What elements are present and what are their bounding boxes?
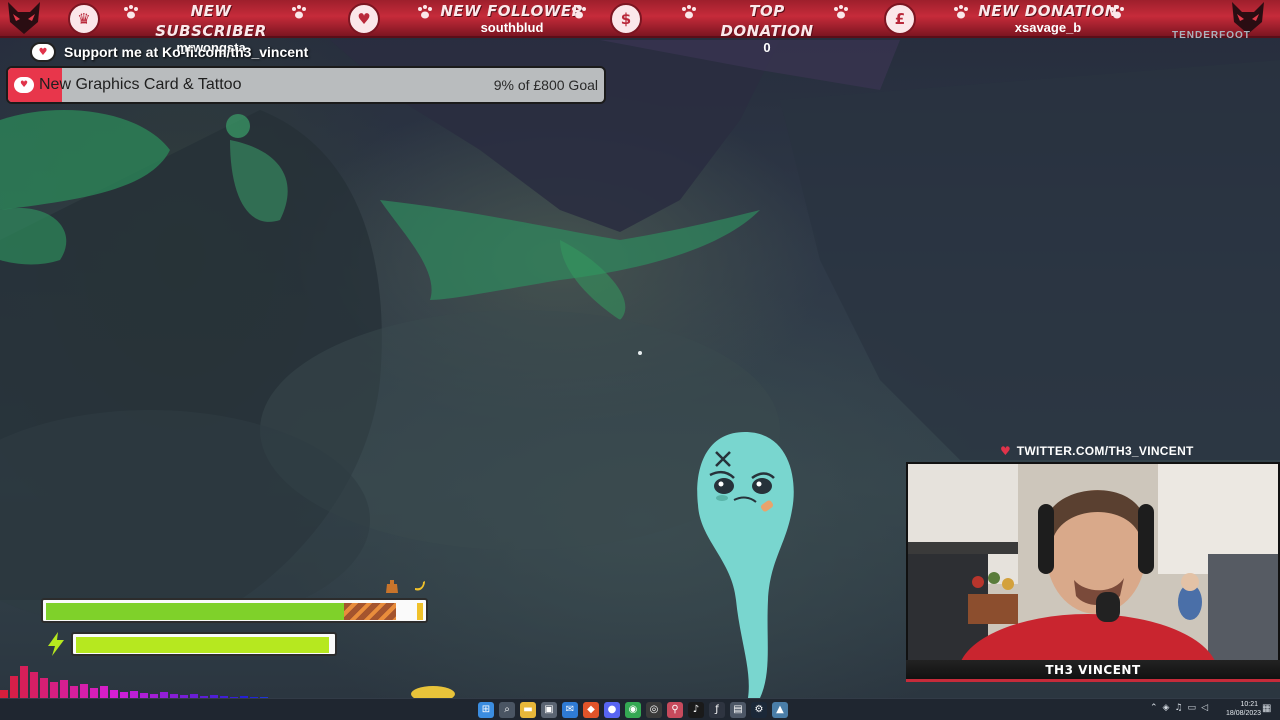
paw-icon bbox=[572, 5, 586, 19]
obs-icon[interactable]: ◎ bbox=[646, 702, 662, 718]
file-explorer-icon[interactable]: ▬ bbox=[520, 702, 536, 718]
alert-value: xsavage_b bbox=[1014, 20, 1082, 35]
health-fill bbox=[46, 603, 344, 620]
alert-label: NEW FOLLOWER bbox=[440, 2, 584, 20]
energy-fill bbox=[76, 637, 329, 653]
alert-label: TOP DONATION bbox=[720, 2, 814, 40]
shop-icon[interactable]: ▤ bbox=[730, 702, 746, 718]
network-icon[interactable]: ◈ bbox=[1163, 703, 1170, 713]
clock-time: 10:21 bbox=[1240, 701, 1258, 708]
alert-value: 0 bbox=[763, 40, 771, 55]
energy-bar bbox=[71, 632, 337, 656]
webcam-name-plate: TH3 VINCENT bbox=[906, 660, 1280, 682]
heart-icon: ♥ bbox=[348, 3, 380, 35]
visualizer-bar bbox=[40, 678, 48, 700]
alert-label: NEW SUBSCRIBER bbox=[155, 2, 267, 40]
goal-progress-text: 9% of £800 Goal bbox=[493, 77, 598, 93]
steam-icon[interactable]: ⚙ bbox=[751, 702, 767, 718]
alert-new-subscriber: NEW SUBSCRIBER mrwongsta bbox=[146, 0, 276, 55]
windows-taskbar: ⊞ ⌕ ▬ ▣ ✉ ◆ ● ◉ ◎ ⚲ ♪ ƒ ▤ ⚙ ▲ ⌃ ◈ ♫ ▭ ◁ … bbox=[0, 698, 1280, 720]
clock-date: 18/08/2023 bbox=[1226, 710, 1262, 717]
health-hunger-segment bbox=[344, 603, 396, 620]
ghost-character bbox=[697, 432, 794, 698]
money-bag-icon: $ bbox=[610, 3, 642, 35]
fox-mascot-icon bbox=[8, 2, 40, 34]
crosshair bbox=[638, 351, 642, 355]
health-cap bbox=[417, 603, 423, 620]
chevron-up-icon[interactable]: ⌃ bbox=[1150, 703, 1158, 713]
alert-label: NEW DONATION bbox=[978, 2, 1118, 20]
webcam-feed bbox=[906, 462, 1280, 680]
alert-new-follower: NEW FOLLOWER southblud bbox=[440, 0, 584, 38]
paw-icon bbox=[1110, 5, 1124, 19]
lightning-icon bbox=[48, 632, 64, 656]
pound-bag-icon: £ bbox=[884, 3, 916, 35]
alert-value: southblud bbox=[480, 20, 544, 35]
tiktok-icon[interactable]: ♪ bbox=[688, 702, 704, 718]
notification-icon[interactable]: ▦ bbox=[1262, 703, 1271, 714]
health-bar bbox=[41, 598, 428, 623]
twitter-handle: ♥ TWITTER.COM/TH3_VINCENT bbox=[1000, 443, 1194, 459]
twitter-text: TWITTER.COM/TH3_VINCENT bbox=[1016, 444, 1194, 458]
bag-icon bbox=[386, 580, 398, 593]
store-icon[interactable]: ▣ bbox=[541, 702, 557, 718]
brave-icon[interactable]: ◆ bbox=[583, 702, 599, 718]
visualizer-bar bbox=[30, 672, 38, 700]
alert-top-donation: TOP DONATION 0 bbox=[702, 0, 832, 55]
visualizer-bar bbox=[20, 666, 28, 700]
webcam-image bbox=[908, 464, 1278, 678]
audio-visualizer bbox=[0, 666, 268, 700]
volume-icon[interactable]: ◁ bbox=[1201, 703, 1208, 713]
system-tray: ⌃ ◈ ♫ ▭ ◁ bbox=[1150, 703, 1208, 713]
windows-start-icon[interactable]: ⊞ bbox=[478, 702, 494, 718]
display-icon[interactable]: ▭ bbox=[1188, 703, 1197, 713]
taskbar-apps: ⊞ ⌕ ▬ ▣ ✉ ◆ ● ◉ ◎ ⚲ ♪ ƒ ▤ ⚙ ▲ bbox=[478, 702, 788, 718]
discord-icon[interactable]: ● bbox=[604, 702, 620, 718]
visualizer-bar bbox=[60, 680, 68, 700]
heart-icon: ♥ bbox=[1000, 444, 1011, 458]
stream-alert-bar: ♛ NEW SUBSCRIBER mrwongsta ♥ NEW FOLLOWE… bbox=[0, 0, 1280, 55]
search-icon[interactable]: ⌕ bbox=[499, 702, 515, 718]
alert-new-donation: NEW DONATION xsavage_b bbox=[976, 0, 1120, 38]
taskbar-clock[interactable]: 10:21 18/08/2023 bbox=[1226, 700, 1262, 718]
goal-title: New Graphics Card & Tattoo bbox=[39, 76, 242, 93]
visualizer-bar bbox=[10, 676, 18, 700]
banana-icon bbox=[415, 581, 425, 591]
mail-icon[interactable]: ✉ bbox=[562, 702, 578, 718]
kofi-text: Support me at Ko-fi.com/th3_vincent bbox=[64, 44, 309, 60]
kofi-cup-icon: ♥ bbox=[30, 42, 56, 62]
brand-watermark: TENDERFOOT bbox=[1172, 30, 1251, 41]
paw-icon bbox=[292, 5, 306, 19]
microphone-icon[interactable]: ♫ bbox=[1174, 703, 1182, 713]
paw-icon bbox=[418, 5, 432, 19]
paw-icon bbox=[954, 5, 968, 19]
chrome-icon[interactable]: ◉ bbox=[625, 702, 641, 718]
donation-goal-bar: ♥ New Graphics Card & Tattoo 9% of £800 … bbox=[6, 66, 606, 104]
paw-icon bbox=[682, 5, 696, 19]
paw-icon bbox=[834, 5, 848, 19]
crown-icon: ♛ bbox=[68, 3, 100, 35]
kofi-cup-icon: ♥ bbox=[14, 77, 34, 93]
kofi-banner: ♥ Support me at Ko-fi.com/th3_vincent bbox=[30, 42, 308, 62]
tf-icon[interactable]: ƒ bbox=[709, 702, 725, 718]
paw-icon bbox=[124, 5, 138, 19]
game-icon[interactable]: ▲ bbox=[772, 702, 788, 718]
maps-icon[interactable]: ⚲ bbox=[667, 702, 683, 718]
